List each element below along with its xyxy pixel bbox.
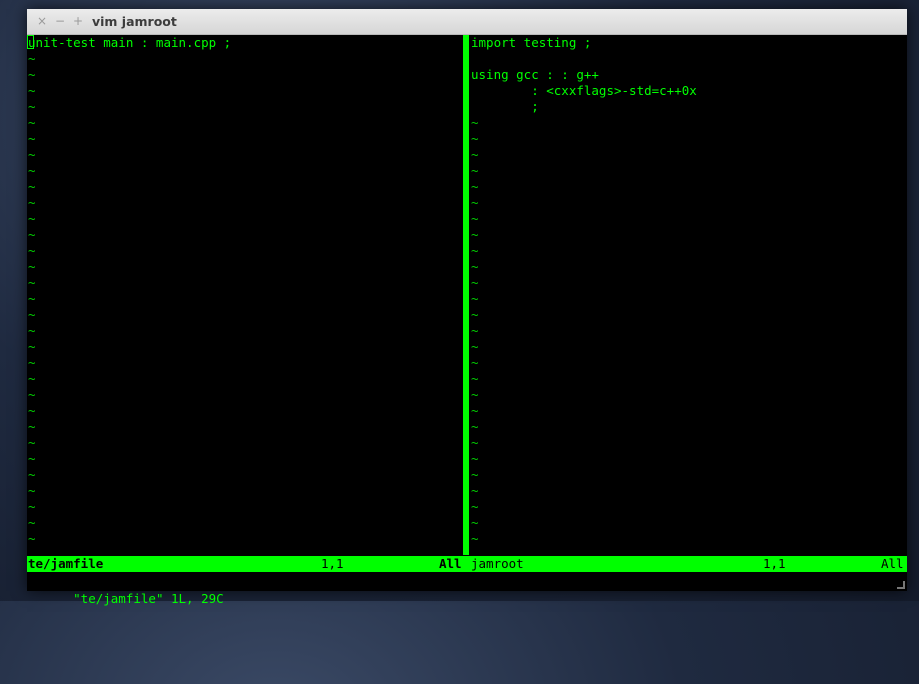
left-status-position: 1,1 [321, 556, 344, 571]
empty-line-tilde: ~ [471, 147, 479, 162]
empty-line-tilde: ~ [28, 291, 36, 306]
empty-line-tilde: ~ [471, 435, 479, 450]
empty-line-tilde: ~ [28, 387, 36, 402]
empty-line-tilde: ~ [471, 195, 479, 210]
empty-line-tilde: ~ [471, 131, 479, 146]
empty-line-tilde: ~ [471, 307, 479, 322]
status-line: te/jamfile 1,1 All jamroot 1,1 All [27, 556, 907, 572]
left-status-filename: te/jamfile [28, 556, 104, 571]
empty-line-tilde: ~ [471, 419, 479, 434]
vertical-split-separator[interactable] [463, 35, 469, 555]
empty-line-tilde: ~ [28, 147, 36, 162]
empty-line-tilde: ~ [28, 51, 36, 66]
empty-line-tilde: ~ [471, 483, 479, 498]
empty-line-tilde: ~ [471, 259, 479, 274]
left-status-scroll: All [439, 556, 462, 571]
empty-line-tilde: ~ [471, 163, 479, 178]
empty-line-tilde: ~ [28, 163, 36, 178]
empty-line-tilde: ~ [471, 339, 479, 354]
empty-line-tilde: ~ [28, 403, 36, 418]
terminal-window: × − + vim jamroot unit-test main : main.… [27, 9, 908, 606]
empty-line-tilde: ~ [471, 531, 479, 546]
empty-line-tilde: ~ [28, 179, 36, 194]
empty-line-tilde: ~ [471, 387, 479, 402]
right-status-filename: jamroot [471, 556, 524, 571]
empty-line-tilde: ~ [471, 115, 479, 130]
empty-line-tilde: ~ [471, 227, 479, 242]
empty-line-tilde: ~ [471, 451, 479, 466]
empty-line-tilde: ~ [471, 403, 479, 418]
empty-line-tilde: ~ [28, 211, 36, 226]
empty-line-tilde: ~ [471, 291, 479, 306]
empty-line-tilde: ~ [28, 339, 36, 354]
empty-line-tilde: ~ [471, 243, 479, 258]
right-text-line: ; [471, 99, 539, 114]
minimize-icon[interactable]: − [54, 14, 66, 28]
right-status-position: 1,1 [763, 556, 786, 571]
empty-line-tilde: ~ [28, 83, 36, 98]
empty-line-tilde: ~ [28, 259, 36, 274]
empty-line-tilde: ~ [28, 515, 36, 530]
empty-line-tilde: ~ [471, 211, 479, 226]
right-status-scroll: All [881, 556, 904, 571]
command-line-message: "te/jamfile" 1L, 29C [73, 591, 224, 606]
empty-line-tilde: ~ [28, 371, 36, 386]
empty-line-tilde: ~ [28, 467, 36, 482]
resize-grip-icon[interactable] [897, 581, 905, 589]
empty-line-tilde: ~ [471, 371, 479, 386]
empty-line-tilde: ~ [28, 195, 36, 210]
window-title: vim jamroot [92, 14, 177, 29]
empty-line-tilde: ~ [28, 131, 36, 146]
empty-line-tilde: ~ [28, 355, 36, 370]
empty-line-tilde: ~ [471, 179, 479, 194]
empty-line-tilde: ~ [28, 451, 36, 466]
right-text-line: import testing ; [471, 35, 592, 50]
empty-line-tilde: ~ [28, 275, 36, 290]
empty-line-tilde: ~ [28, 67, 36, 82]
empty-line-tilde: ~ [471, 515, 479, 530]
empty-line-tilde: ~ [471, 323, 479, 338]
empty-line-tilde: ~ [471, 467, 479, 482]
empty-line-tilde: ~ [28, 115, 36, 130]
right-text-line: using gcc : : g++ [471, 67, 599, 82]
close-icon[interactable]: × [36, 14, 48, 28]
empty-line-tilde: ~ [28, 531, 36, 546]
empty-line-tilde: ~ [28, 243, 36, 258]
left-text-line: unit-test main : main.cpp ; [28, 35, 232, 50]
empty-line-tilde: ~ [471, 355, 479, 370]
empty-line-tilde: ~ [28, 227, 36, 242]
empty-line-tilde: ~ [28, 483, 36, 498]
empty-line-tilde: ~ [471, 275, 479, 290]
maximize-icon[interactable]: + [72, 14, 84, 28]
empty-line-tilde: ~ [28, 307, 36, 322]
empty-line-tilde: ~ [28, 499, 36, 514]
empty-line-tilde: ~ [28, 435, 36, 450]
vim-editor[interactable]: unit-test main : main.cpp ; ~ ~ ~ ~ ~ ~ ~ ~ ~ ~ ~ ~ ~… [27, 35, 908, 606]
empty-line-tilde: ~ [28, 99, 36, 114]
empty-line-tilde: ~ [471, 499, 479, 514]
right-text-line: : <cxxflags>-std=c++0x [471, 83, 697, 98]
empty-line-tilde: ~ [28, 323, 36, 338]
empty-line-tilde: ~ [28, 419, 36, 434]
titlebar: × − + vim jamroot [27, 9, 907, 35]
command-line[interactable]: "te/jamfile" 1L, 29C [27, 572, 908, 606]
